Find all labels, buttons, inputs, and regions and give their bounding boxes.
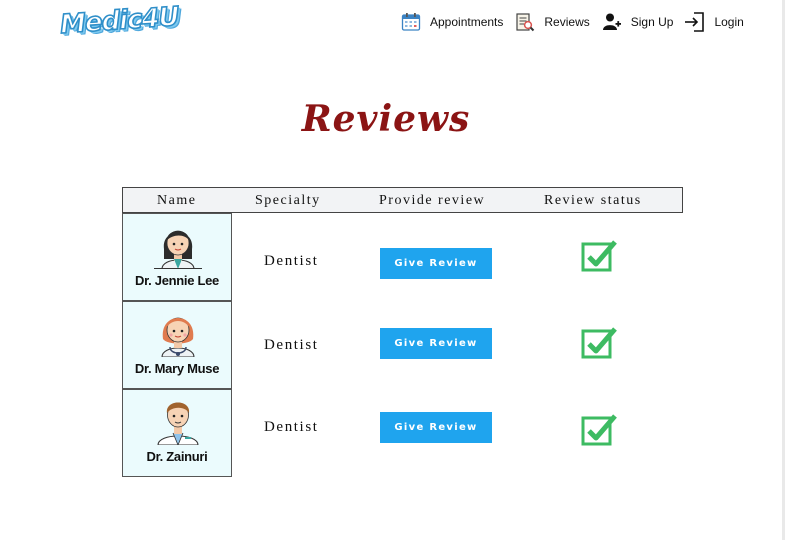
nav-label-login: Login bbox=[714, 15, 744, 29]
logo-text: Medic4U bbox=[58, 1, 180, 41]
doctor-card: Dr. Jennie Lee bbox=[122, 213, 232, 301]
give-review-button[interactable]: Give Review bbox=[380, 248, 492, 279]
doctor-specialty: Dentist bbox=[264, 253, 319, 269]
doctor-card: Dr. Zainuri bbox=[122, 389, 232, 477]
female-doctor-avatar bbox=[154, 219, 202, 270]
doctor-specialty: Dentist bbox=[264, 337, 319, 353]
column-header-specialty: Specialty bbox=[255, 193, 321, 208]
nav-label-signup: Sign Up bbox=[630, 15, 674, 29]
calendar-icon bbox=[400, 11, 422, 33]
doctor-name: Dr. Zainuri bbox=[146, 449, 208, 464]
table-row: Dr. Mary Muse Dentist Give Review bbox=[122, 301, 683, 389]
checkbox-checked-icon bbox=[581, 240, 617, 272]
nav-item-appointments[interactable]: Appointments bbox=[400, 11, 503, 33]
doctor-specialty: Dentist bbox=[264, 419, 319, 435]
female-doctor-avatar bbox=[154, 307, 202, 358]
nav-item-signup[interactable]: Sign Up bbox=[601, 11, 674, 33]
brand-logo[interactable]: Medic4U bbox=[58, 1, 180, 42]
review-icon bbox=[514, 11, 536, 33]
column-header-name: Name bbox=[157, 193, 197, 208]
doctor-card: Dr. Mary Muse bbox=[122, 301, 232, 389]
nav-label-reviews: Reviews bbox=[544, 15, 590, 29]
nav-item-login[interactable]: Login bbox=[684, 11, 744, 33]
table-header: Name Specialty Provide review Review sta… bbox=[122, 187, 683, 213]
give-review-button[interactable]: Give Review bbox=[380, 412, 492, 443]
add-user-icon bbox=[601, 11, 623, 33]
page-title: Reviews bbox=[301, 98, 471, 140]
checkbox-checked-icon bbox=[581, 327, 617, 359]
table-row: Dr. Zainuri Dentist Give Review bbox=[122, 389, 683, 477]
table-row: Dr. Jennie Lee Dentist Give Review bbox=[122, 213, 683, 301]
male-doctor-avatar bbox=[154, 395, 202, 447]
column-header-review-status: Review status bbox=[544, 193, 642, 208]
doctor-name: Dr. Mary Muse bbox=[134, 361, 220, 376]
checkbox-checked-icon bbox=[581, 414, 617, 446]
doctor-name: Dr. Jennie Lee bbox=[135, 273, 219, 288]
give-review-button[interactable]: Give Review bbox=[380, 328, 492, 359]
login-icon bbox=[684, 11, 706, 33]
nav-item-reviews[interactable]: Reviews bbox=[514, 11, 590, 33]
top-nav: Appointments Reviews Sign Up Login bbox=[400, 10, 755, 34]
nav-label-appointments: Appointments bbox=[430, 15, 504, 29]
column-header-provide-review: Provide review bbox=[379, 193, 486, 208]
